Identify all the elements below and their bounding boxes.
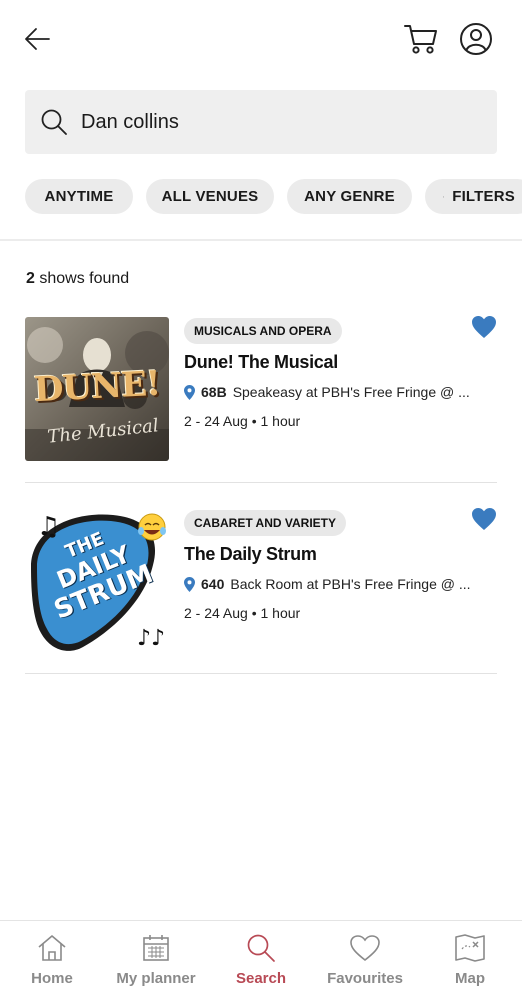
show-venue: 640 Back Room at PBH's Free Fringe @ ... — [184, 576, 484, 592]
venue-number: 640 — [201, 576, 225, 592]
favourite-button[interactable] — [471, 507, 499, 533]
filter-lines-icon — [443, 196, 445, 197]
search-input[interactable] — [81, 110, 461, 134]
top-bar — [0, 0, 522, 80]
account-button[interactable] — [458, 21, 494, 57]
svg-text:♫: ♫ — [37, 512, 60, 542]
nav-home[interactable]: Home — [0, 921, 104, 1000]
calendar-icon — [139, 932, 173, 964]
favourite-button[interactable] — [471, 315, 499, 341]
search-bar[interactable] — [25, 90, 497, 154]
show-title[interactable]: The Daily Strum — [184, 544, 317, 565]
cart-icon — [404, 25, 437, 54]
heart-icon — [348, 932, 382, 964]
nav-favourites[interactable]: Favourites — [313, 921, 417, 1000]
heart-filled-icon — [472, 508, 496, 530]
show-thumbnail: DUNE! The Musical — [25, 317, 169, 461]
chip-label: ANYTIME — [44, 188, 114, 205]
back-arrow-icon — [25, 28, 50, 50]
nav-label: Home — [31, 970, 73, 987]
chip-anytime[interactable]: ANYTIME — [25, 179, 133, 214]
nav-label: Search — [235, 970, 287, 987]
location-pin-icon — [184, 384, 195, 400]
cart-button[interactable] — [402, 20, 440, 58]
chip-label: ANY GENRE — [304, 188, 395, 205]
chip-filters[interactable]: FILTERS — [425, 179, 522, 214]
search-icon — [244, 932, 278, 964]
nav-label: My planner — [116, 970, 196, 987]
chip-any-genre[interactable]: ANY GENRE — [287, 179, 412, 214]
show-thumbnail: ♫ ♪♪ THE DAILY STRUM — [25, 509, 169, 653]
venue-number: 68B — [201, 384, 227, 400]
account-icon — [460, 23, 492, 55]
nav-my-planner[interactable]: My planner — [104, 921, 208, 1000]
card-divider — [25, 482, 497, 483]
location-pin-icon — [184, 576, 195, 592]
nav-label: Favourites — [327, 970, 403, 987]
genre-badge: CABARET AND VARIETY — [184, 510, 347, 536]
thumb-title: DUNE! — [33, 363, 161, 411]
results-count: 2 shows found — [26, 270, 129, 288]
chip-label: FILTERS — [452, 188, 515, 205]
card-divider — [25, 673, 497, 674]
venue-name: Back Room at PBH's Free Fringe @ ... — [230, 576, 471, 592]
divider — [0, 239, 522, 241]
show-card[interactable]: DUNE! The Musical MUSICALS AND OPERA Dun… — [25, 312, 497, 482]
genre-badge: MUSICALS AND OPERA — [184, 318, 342, 344]
svg-text:♪♪: ♪♪ — [137, 626, 165, 651]
nav-label: Map — [455, 970, 485, 987]
back-button[interactable] — [20, 22, 54, 56]
show-dates: 2 - 24 Aug • 1 hour — [184, 413, 301, 429]
chip-all-venues[interactable]: ALL VENUES — [146, 179, 274, 214]
show-venue: 68B Speakeasy at PBH's Free Fringe @ ... — [184, 384, 484, 400]
home-icon — [35, 932, 69, 964]
nav-map[interactable]: Map — [418, 921, 522, 1000]
map-icon — [453, 932, 487, 964]
results-suffix: shows found — [34, 270, 130, 287]
show-dates: 2 - 24 Aug • 1 hour — [184, 605, 301, 621]
show-card[interactable]: ♫ ♪♪ THE DAILY STRUM CABARET AND VARIETY… — [25, 504, 497, 674]
bottom-nav: Home My planner Search Favourites Map — [0, 920, 522, 1000]
chip-label: ALL VENUES — [161, 188, 259, 205]
venue-name: Speakeasy at PBH's Free Fringe @ ... — [232, 384, 470, 400]
results-number: 2 — [26, 270, 35, 287]
filter-chips: ANYTIME ALL VENUES ANY GENRE FILTERS — [25, 179, 522, 215]
heart-filled-icon — [472, 316, 496, 338]
search-icon — [39, 107, 69, 137]
nav-search[interactable]: Search — [209, 921, 313, 1000]
show-title[interactable]: Dune! The Musical — [184, 352, 338, 373]
